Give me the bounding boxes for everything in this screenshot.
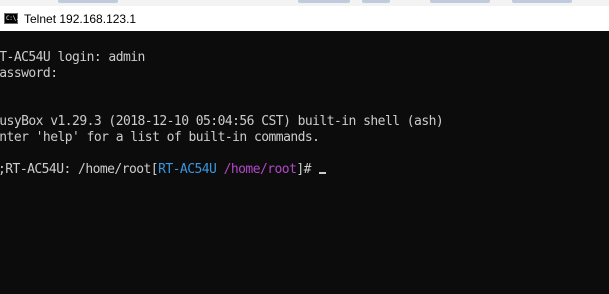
help-hint-line: Enter 'help' for a list of built-in comm…: [0, 130, 320, 145]
login-line: RT-AC54U login: admin: [0, 50, 145, 65]
background-tab-fragment: [512, 0, 572, 3]
window-title: Telnet 192.168.123.1: [24, 11, 137, 26]
password-line: Password:: [0, 66, 58, 81]
background-tab-fragment: [430, 0, 490, 3]
prompt-prefix: ;RT-AC54U: /home/root[: [0, 162, 159, 177]
background-tab-fragment: [58, 0, 118, 3]
terminal-console[interactable]: RT-AC54U login: admin Password: BusyBox …: [0, 31, 609, 294]
background-tab-fragment: [298, 0, 350, 3]
cmd-console-icon[interactable]: C:\.: [4, 13, 20, 24]
background-tab-fragment: [362, 0, 390, 3]
window-title-bar[interactable]: C:\. Telnet 192.168.123.1: [0, 6, 609, 31]
shell-prompt-line[interactable]: ;RT-AC54U: /home/root[RT-AC54U /home/roo…: [0, 162, 327, 178]
prompt-suffix: ]#: [296, 162, 319, 177]
busybox-banner-line: BusyBox v1.29.3 (2018-12-10 05:04:56 CST…: [0, 114, 444, 129]
prompt-hostname: RT-AC54U: [158, 162, 217, 177]
prompt-path: /home/root: [223, 162, 297, 177]
text-cursor: [319, 172, 327, 174]
